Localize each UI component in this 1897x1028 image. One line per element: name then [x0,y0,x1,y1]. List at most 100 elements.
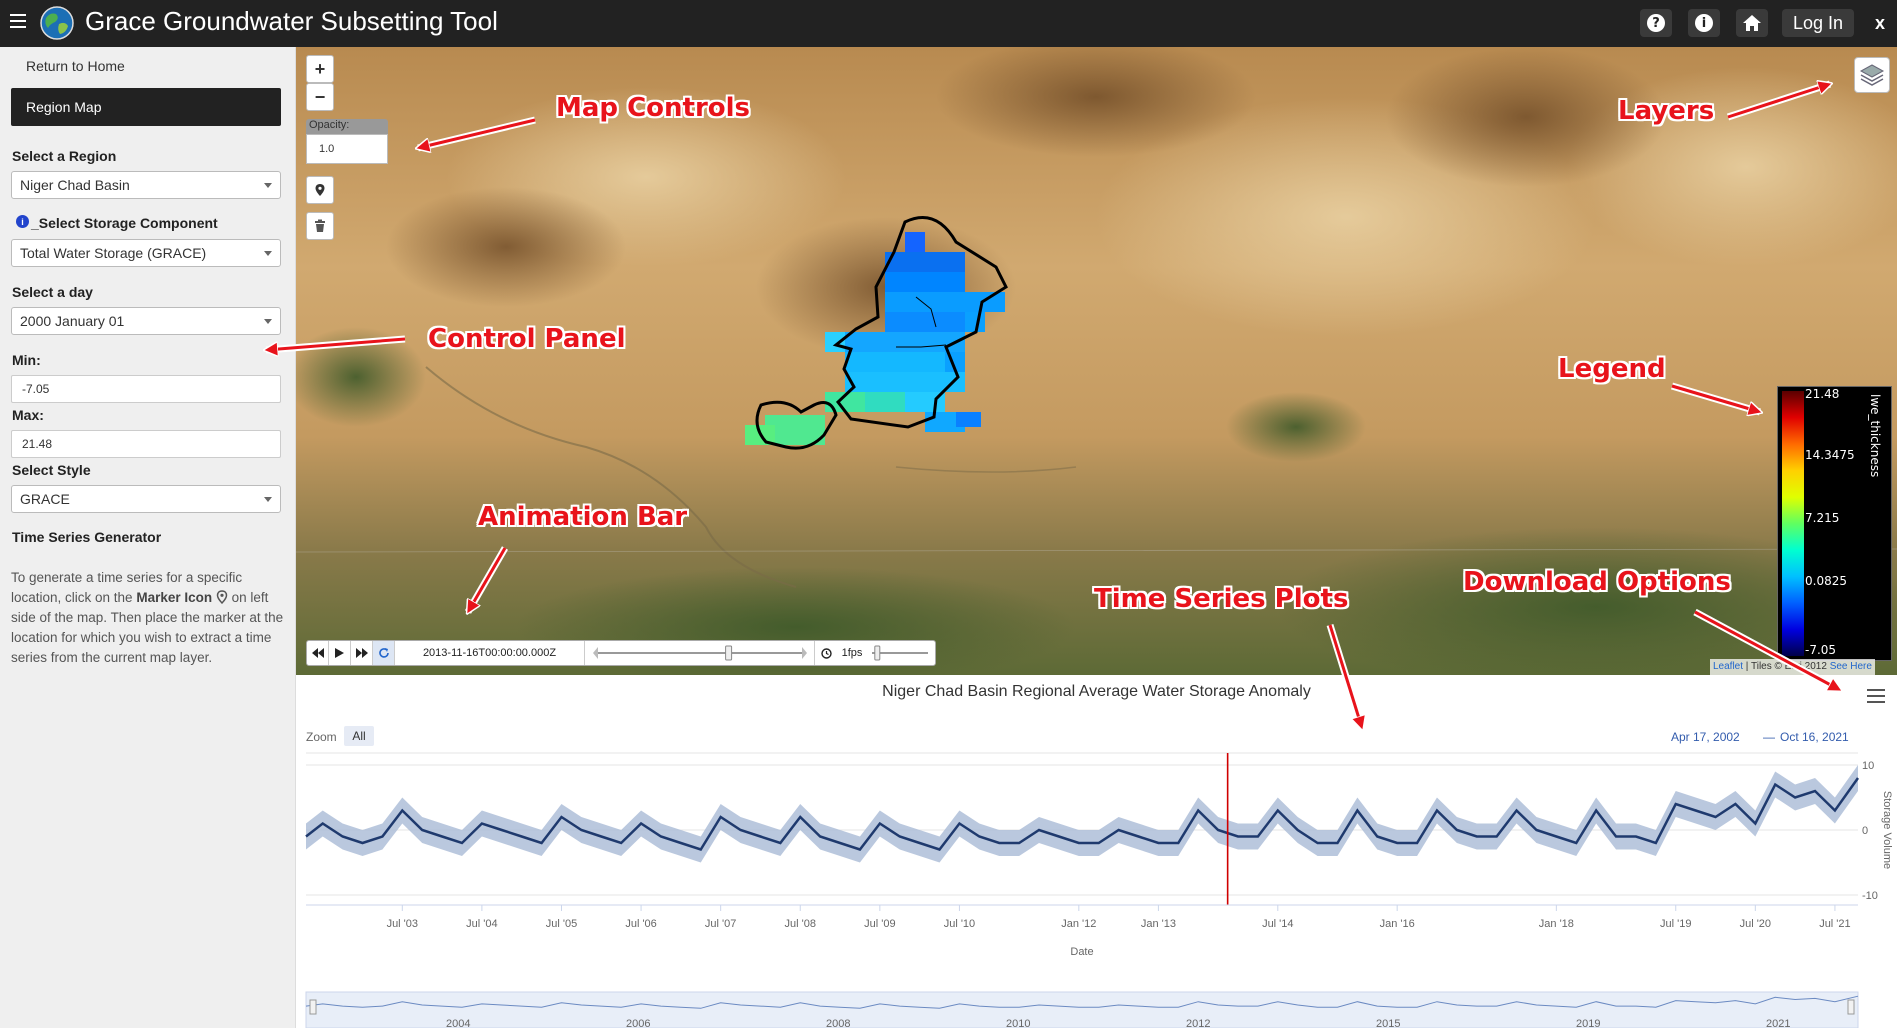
legend-title: lwe_thickness [1868,394,1882,477]
navigator-handle-right [1847,999,1855,1015]
min-label: Min: [12,352,41,368]
fps-slider-thumb[interactable] [874,645,881,661]
chart-plot[interactable]: 10 0 -10 Jul '03 Jul '04 Jul '05 Jul '06 Jul '0… [296,675,1897,1028]
step-back-button[interactable] [307,641,329,665]
style-label: Select Style [12,462,91,478]
leaflet-link[interactable]: Leaflet [1713,661,1743,672]
chevron-down-icon [264,497,272,502]
home-button[interactable] [1736,9,1768,37]
annotation-layers: Layers [1618,96,1715,126]
home-icon [1743,15,1761,31]
time-series-heading: Time Series Generator [12,529,162,545]
x-tick-label: Jan '18 [1539,918,1574,930]
animation-timestamp: 2013-11-16T00:00:00.000Z [395,641,585,665]
legend-colorbar [1782,391,1804,656]
chevron-down-icon [264,251,272,256]
navigator-year-label: 2006 [626,1018,650,1028]
legend-value: 14.3475 [1805,448,1855,462]
top-navbar: Grace Groundwater Subsetting Tool ? i Lo… [0,0,1897,47]
legend: 21.48 14.3475 7.215 0.0825 -7.05 lwe_thi… [1777,386,1892,661]
control-panel-sidebar: Return to Home Region Map Select a Regio… [0,47,296,1028]
step-forward-button[interactable] [351,641,373,665]
opacity-control: Opacity: 1.0 [306,119,388,165]
x-tick-label: Jul '05 [546,918,577,930]
day-select-value: 2000 January 01 [20,313,125,329]
play-icon [335,648,344,658]
fps-slider[interactable] [867,641,933,665]
map-attribution: Leaflet | Tiles © Esri 2012 See Here [1710,659,1875,675]
loop-button[interactable] [373,641,395,665]
return-home-link[interactable]: Return to Home [26,58,125,74]
question-icon: ? [1647,14,1665,32]
time-slider[interactable] [585,641,815,665]
region-select-value: Niger Chad Basin [20,177,130,193]
marker-tool-button[interactable] [306,176,334,204]
forward-icon [355,648,368,658]
chevron-down-icon [264,319,272,324]
opacity-input[interactable]: 1.0 [306,134,388,164]
y-tick-label: 0 [1862,825,1868,837]
chevron-down-icon [264,183,272,188]
y-tick-label: -10 [1862,890,1878,902]
navigator-handle-left [309,999,317,1015]
x-tick-label: Jul '07 [705,918,736,930]
annotation-control-panel: Control Panel [428,324,626,354]
time-series-chart: Niger Chad Basin Regional Average Water … [296,675,1897,1028]
legend-max: 21.48 [1805,387,1840,401]
x-tick-label: Jul '19 [1660,918,1691,930]
animation-bar: 2013-11-16T00:00:00.000Z 1fps [306,640,936,666]
delete-marker-button[interactable] [306,212,334,240]
annotation-download: Download Options [1463,567,1731,597]
zoom-in-button[interactable]: + [306,55,334,83]
time-slider-track [592,645,807,661]
see-here-link[interactable]: See Here [1830,661,1872,672]
app-window: Grace Groundwater Subsetting Tool ? i Lo… [0,0,1897,1028]
globe-logo-icon [40,6,74,40]
x-tick-label: Jan '13 [1141,918,1176,930]
login-button[interactable]: Log In [1782,9,1854,37]
day-select[interactable]: 2000 January 01 [11,307,281,335]
uncertainty-band [306,765,1858,863]
play-button[interactable] [329,641,351,665]
navigator-year-label: 2008 [826,1018,850,1028]
zoom-out-button[interactable]: − [306,83,334,111]
menu-icon[interactable] [10,14,26,28]
storage-label: _Select Storage Component [31,215,218,231]
trash-icon [315,219,325,232]
x-tick-label: Jul '14 [1262,918,1293,930]
x-tick-label: Jul '03 [387,918,418,930]
map-marker-icon [216,590,228,605]
y-tick-label: 10 [1862,760,1874,772]
close-button[interactable]: x [1866,9,1894,37]
time-slider-thumb[interactable] [724,645,732,661]
x-tick-label: Jul '20 [1740,918,1771,930]
legend-value: 0.0825 [1805,574,1847,588]
style-select-value: GRACE [20,491,70,507]
min-input[interactable]: -7.05 [11,375,281,403]
app-title: Grace Groundwater Subsetting Tool [85,6,498,36]
map-marker-icon [315,184,325,196]
region-select[interactable]: Niger Chad Basin [11,171,281,199]
info-circle-icon[interactable]: i [16,215,29,228]
annotation-animation-bar: Animation Bar [478,502,688,532]
max-input[interactable]: 21.48 [11,430,281,458]
annotation-legend: Legend [1558,354,1666,384]
backward-icon [311,648,324,658]
style-select[interactable]: GRACE [11,485,281,513]
fps-label: 1fps [841,647,863,659]
speed-icon-holder [815,641,837,665]
storage-select[interactable]: Total Water Storage (GRACE) [11,239,281,267]
navigator-year-label: 2021 [1766,1018,1790,1028]
help-button[interactable]: ? [1640,9,1672,37]
storage-select-value: Total Water Storage (GRACE) [20,245,207,261]
layers-button[interactable] [1854,57,1890,93]
x-tick-label: Jul '04 [466,918,497,930]
y-axis-label: Storage Volume [1881,791,1893,869]
info-button[interactable]: i [1688,9,1720,37]
region-map-button[interactable]: Region Map [11,88,281,126]
clock-icon [820,647,832,659]
x-tick-label: Jul '08 [785,918,816,930]
time-series-instructions: To generate a time series for a specific… [11,570,284,665]
legend-value: 7.215 [1805,511,1840,525]
navigator-year-label: 2012 [1186,1018,1210,1028]
